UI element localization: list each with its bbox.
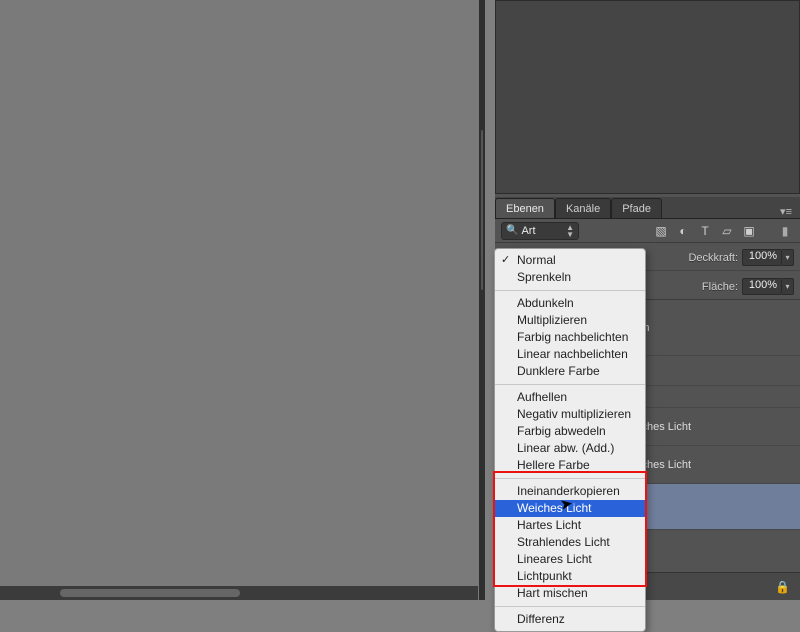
scrollbar-thumb[interactable] <box>60 589 240 597</box>
fill-input[interactable]: 100% <box>742 278 782 295</box>
tab-layers[interactable]: Ebenen <box>495 198 555 218</box>
panel-tabs: Ebenen Kanäle Pfade ▾≡ <box>495 197 800 219</box>
blend-mode-lighten[interactable]: Aufhellen <box>495 389 645 406</box>
chevron-updown-icon: ▲▼ <box>566 224 574 238</box>
fill-dropdown-arrow[interactable]: ▾ <box>782 278 794 295</box>
canvas-area[interactable] <box>0 0 479 600</box>
blend-mode-lighter-color[interactable]: Hellere Farbe <box>495 457 645 474</box>
blend-mode-multiply[interactable]: Multiplizieren <box>495 312 645 329</box>
blend-mode-menu[interactable]: Normal Sprenkeln Abdunkeln Multipliziere… <box>494 248 646 632</box>
fill-label: Fläche: <box>702 281 738 293</box>
blend-mode-linear-light[interactable]: Lineares Licht <box>495 551 645 568</box>
canvas-scrollbar-horizontal[interactable] <box>0 586 478 600</box>
tab-paths[interactable]: Pfade <box>611 198 662 218</box>
layer-filter-label: Art <box>521 225 535 237</box>
blend-mode-screen[interactable]: Negativ multiplizieren <box>495 406 645 423</box>
panel-divider[interactable] <box>479 0 485 600</box>
blend-mode-vivid-light[interactable]: Strahlendes Licht <box>495 534 645 551</box>
blend-mode-dissolve[interactable]: Sprenkeln <box>495 269 645 286</box>
tab-channels[interactable]: Kanäle <box>555 198 611 218</box>
search-icon: 🔍 <box>506 225 518 236</box>
blend-mode-linear-burn[interactable]: Linear nachbelichten <box>495 346 645 363</box>
filter-shape-icon[interactable]: ▱ <box>718 222 736 240</box>
blend-mode-darken[interactable]: Abdunkeln <box>495 295 645 312</box>
opacity-dropdown-arrow[interactable]: ▾ <box>782 249 794 266</box>
lock-icon[interactable]: 🔒 <box>775 580 790 594</box>
blend-mode-normal[interactable]: Normal <box>495 252 645 269</box>
blend-mode-difference[interactable]: Differenz <box>495 611 645 628</box>
opacity-label: Deckkraft: <box>688 252 738 264</box>
blend-mode-pin-light[interactable]: Lichtpunkt <box>495 568 645 585</box>
filter-type-icon[interactable]: T <box>696 222 714 240</box>
filter-pixel-icon[interactable]: ▧ <box>652 222 670 240</box>
preview-pane <box>495 0 800 194</box>
blend-mode-color-burn[interactable]: Farbig nachbelichten <box>495 329 645 346</box>
filter-toggle-icon[interactable]: ▮ <box>776 222 794 240</box>
opacity-input[interactable]: 100% <box>742 249 782 266</box>
blend-mode-linear-dodge[interactable]: Linear abw. (Add.) <box>495 440 645 457</box>
layer-toolbar: 🔍 Art ▲▼ ▧ ◐ T ▱ ▣ ▮ <box>495 219 800 243</box>
blend-mode-darker-color[interactable]: Dunklere Farbe <box>495 363 645 380</box>
layer-filter-dropdown[interactable]: 🔍 Art ▲▼ <box>501 222 579 240</box>
panel-menu-icon[interactable]: ▾≡ <box>776 205 796 218</box>
blend-mode-hard-light[interactable]: Hartes Licht <box>495 517 645 534</box>
blend-mode-color-dodge[interactable]: Farbig abwedeln <box>495 423 645 440</box>
filter-adjustment-icon[interactable]: ◐ <box>674 222 692 240</box>
filter-smartobject-icon[interactable]: ▣ <box>740 222 758 240</box>
blend-mode-hard-mix[interactable]: Hart mischen <box>495 585 645 602</box>
